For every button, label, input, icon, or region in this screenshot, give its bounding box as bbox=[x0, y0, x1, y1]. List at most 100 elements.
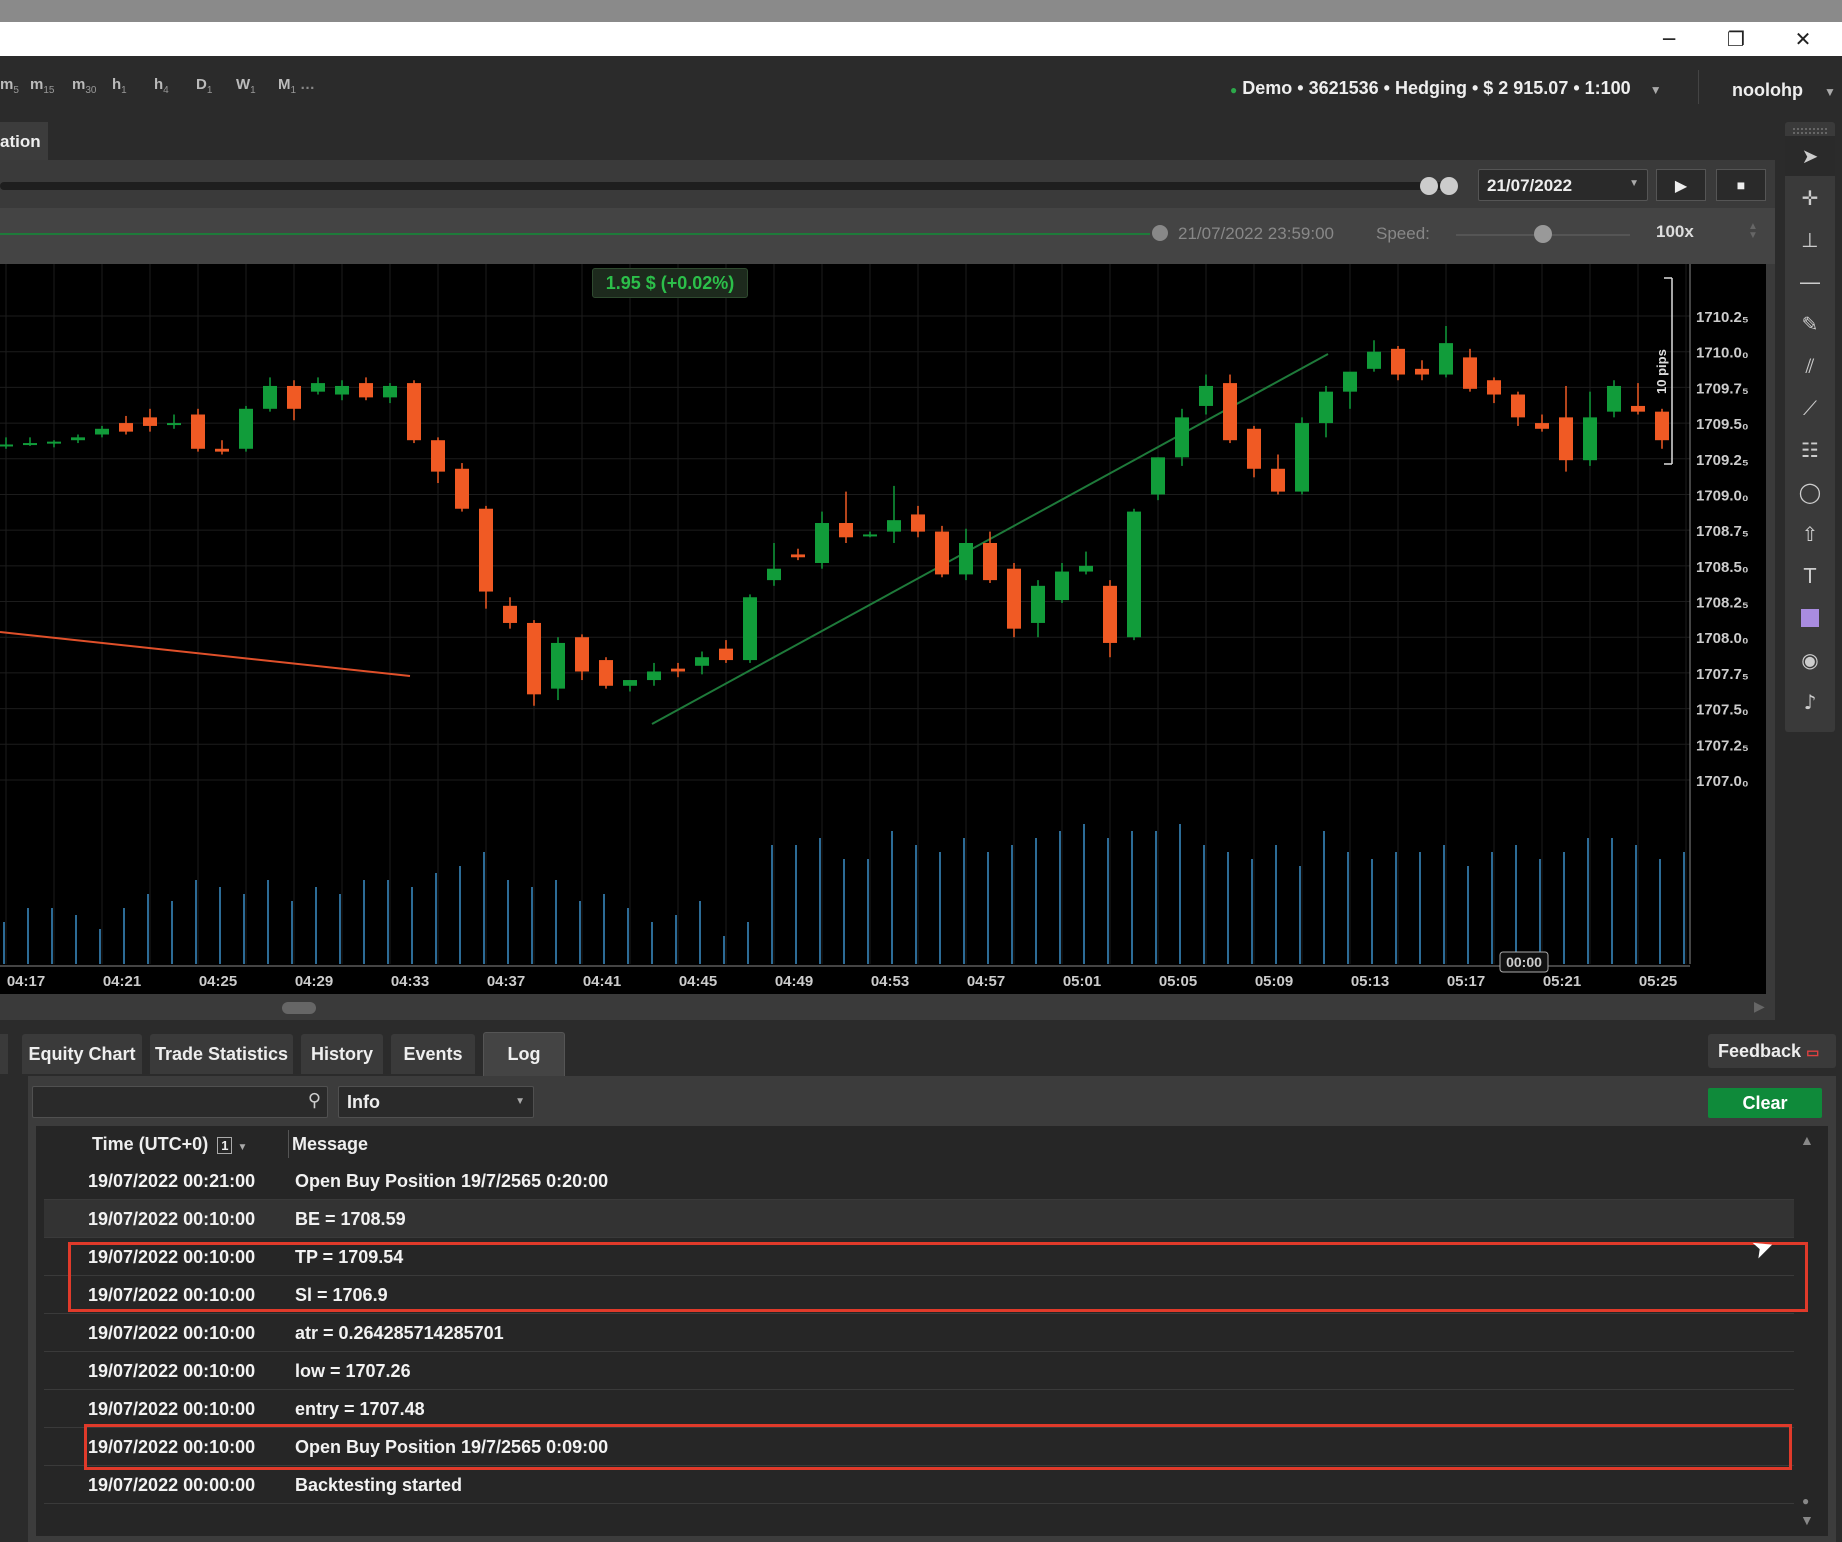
x-tick-label: 04:57 bbox=[967, 973, 1005, 990]
time-handle[interactable] bbox=[1152, 225, 1168, 241]
progress-track[interactable] bbox=[0, 182, 1445, 190]
timeframe-button[interactable]: M1 bbox=[278, 76, 296, 96]
bell-icon[interactable]: ♪ bbox=[1785, 682, 1835, 722]
x-tick-label: 04:33 bbox=[391, 973, 429, 990]
tab-events[interactable]: Events bbox=[391, 1034, 475, 1074]
timeframe-button[interactable]: D1 bbox=[196, 76, 212, 96]
trendline-icon[interactable]: ⟋ bbox=[1785, 388, 1835, 428]
tab-history[interactable]: History bbox=[301, 1034, 383, 1074]
time-progress-line bbox=[0, 233, 1150, 235]
grid-lines-icon[interactable]: ☷ bbox=[1785, 430, 1835, 470]
y-tick-label: 1709.5₀ bbox=[1696, 416, 1749, 433]
log-message: entry = 1707.48 bbox=[295, 1399, 425, 1419]
highlight-box-tp-sl bbox=[68, 1242, 1808, 1312]
column-time-label: Time (UTC+0) bbox=[92, 1134, 209, 1154]
timeframe-letter: M bbox=[278, 76, 291, 93]
candle-body bbox=[191, 414, 205, 449]
log-row[interactable]: 19/07/2022 00:10:00 atr = 0.2642857142857… bbox=[44, 1314, 1794, 1352]
tab-equity-chart[interactable]: Equity Chart bbox=[22, 1034, 142, 1074]
timeframe-number: 5 bbox=[13, 85, 19, 96]
scroll-thumb[interactable] bbox=[282, 1002, 316, 1014]
candle-body bbox=[1127, 511, 1141, 638]
more-timeframes-button[interactable]: … bbox=[300, 76, 315, 93]
tab-automation[interactable]: ation bbox=[0, 122, 48, 160]
candle-body bbox=[47, 441, 61, 444]
stop-button[interactable]: ■ bbox=[1716, 169, 1766, 201]
x-tick-label: 04:41 bbox=[583, 973, 621, 990]
ellipse-icon[interactable]: ◯ bbox=[1785, 472, 1835, 512]
candle-body bbox=[575, 637, 589, 672]
candle-body bbox=[1295, 423, 1309, 492]
horizontal-line-icon[interactable]: ― bbox=[1785, 262, 1835, 302]
candle-body bbox=[1031, 585, 1045, 623]
y-tick-label: 1709.0₀ bbox=[1696, 487, 1749, 504]
scroll-right-icon[interactable]: ▶ bbox=[1754, 998, 1765, 1015]
chat-icon: ▭ bbox=[1806, 1044, 1820, 1060]
feedback-button[interactable]: Feedback ▭ bbox=[1708, 1034, 1836, 1068]
restore-button[interactable]: ❐ bbox=[1703, 22, 1769, 56]
x-tick-label: 05:25 bbox=[1639, 973, 1677, 990]
timeframe-number: 1 bbox=[290, 85, 297, 96]
candle-body bbox=[551, 642, 565, 689]
x-tick-label: 04:29 bbox=[295, 973, 333, 990]
fibonacci-icon[interactable]: ⫽ bbox=[1785, 346, 1835, 386]
timeframe-button[interactable]: W1 bbox=[236, 76, 256, 96]
crosshair-icon[interactable]: ✛ bbox=[1785, 178, 1835, 218]
user-name: noolohp bbox=[1732, 80, 1803, 100]
play-button[interactable]: ▶ bbox=[1656, 169, 1706, 201]
cursor-time-label: 00:00 bbox=[1506, 954, 1542, 970]
log-level-value: Info bbox=[347, 1092, 380, 1112]
candle-body bbox=[1343, 371, 1357, 392]
candle-body bbox=[1247, 428, 1261, 469]
timeframe-button[interactable]: m30 bbox=[72, 76, 96, 96]
timeframe-button[interactable]: m15 bbox=[30, 76, 54, 96]
pencil-icon[interactable]: ✎ bbox=[1785, 304, 1835, 344]
speed-value: 100x bbox=[1656, 222, 1694, 241]
drag-handle[interactable] bbox=[1793, 128, 1827, 134]
color-swatch-icon[interactable] bbox=[1785, 598, 1835, 638]
speed-stepper[interactable]: ▲ ▼ bbox=[1748, 222, 1758, 241]
clear-button[interactable]: Clear bbox=[1708, 1088, 1822, 1118]
timeframe-button[interactable]: h1 bbox=[112, 76, 127, 96]
highlight-box-open-position bbox=[84, 1424, 1792, 1470]
candle-body bbox=[1223, 383, 1237, 441]
log-row[interactable]: 19/07/2022 00:10:00 entry = 1707.48 bbox=[44, 1390, 1794, 1428]
progress-handle-end[interactable] bbox=[1440, 177, 1458, 195]
minimize-button[interactable]: ─ bbox=[1636, 22, 1702, 56]
price-chart[interactable]: 1710.2₅ 1710.0₀ 1709.7₅ 1709.5₀ 1709.2₅ 1709.… bbox=[0, 264, 1766, 994]
candle-body bbox=[263, 385, 277, 409]
speed-slider-handle[interactable] bbox=[1534, 225, 1552, 243]
tab-trade-statistics[interactable]: Trade Statistics bbox=[150, 1034, 293, 1074]
log-level-select[interactable]: Info ▼ bbox=[338, 1086, 534, 1118]
log-row[interactable]: 19/07/2022 00:10:00 low = 1707.26 bbox=[44, 1352, 1794, 1390]
timeframe-button[interactable]: m5 bbox=[0, 76, 19, 96]
cursor-icon[interactable]: ➤ bbox=[1785, 136, 1835, 176]
log-row[interactable]: 19/07/2022 00:10:00 BE = 1708.59 bbox=[44, 1200, 1794, 1238]
column-header-time[interactable]: Time (UTC+0) 1 ▼ bbox=[92, 1134, 247, 1155]
column-header-message[interactable]: Message bbox=[292, 1134, 368, 1155]
candle-body bbox=[1655, 411, 1669, 441]
timeframe-button[interactable]: h4 bbox=[154, 76, 169, 96]
log-search-input[interactable]: ⚲ bbox=[32, 1086, 328, 1118]
log-row[interactable]: 19/07/2022 00:21:00 Open Buy Position 19/… bbox=[44, 1162, 1794, 1200]
arrow-up-icon[interactable]: ⇧ bbox=[1785, 514, 1835, 554]
chart-scrollbar[interactable]: ▶ bbox=[0, 996, 1775, 1020]
scroll-down-icon[interactable]: ▼ bbox=[1800, 1512, 1814, 1528]
candle-body bbox=[647, 671, 661, 681]
user-menu[interactable]: noolohp ▼ bbox=[1732, 80, 1836, 101]
camera-icon[interactable]: ◉ bbox=[1785, 640, 1835, 680]
y-tick-label: 1707.2₅ bbox=[1696, 737, 1749, 754]
text-icon[interactable]: T bbox=[1785, 556, 1835, 596]
tab-log[interactable]: Log bbox=[483, 1032, 565, 1076]
log-row[interactable]: 19/07/2022 00:00:00 Backtesting started bbox=[44, 1466, 1794, 1504]
close-button[interactable]: ✕ bbox=[1770, 22, 1836, 56]
account-info[interactable]: ● Demo • 3621536 • Hedging • $ 2 915.07 … bbox=[1230, 78, 1662, 99]
scroll-thumb-dot[interactable]: ● bbox=[1802, 1494, 1809, 1508]
log-message: atr = 0.264285714285701 bbox=[295, 1323, 504, 1343]
candle-body bbox=[1319, 391, 1333, 424]
scroll-up-icon[interactable]: ▲ bbox=[1800, 1132, 1814, 1148]
progress-handle-start[interactable] bbox=[1420, 177, 1438, 195]
date-select[interactable]: 21/07/2022 ▼ bbox=[1478, 169, 1648, 201]
ruler-icon[interactable]: ⊥ bbox=[1785, 220, 1835, 260]
candle-body bbox=[743, 597, 757, 661]
